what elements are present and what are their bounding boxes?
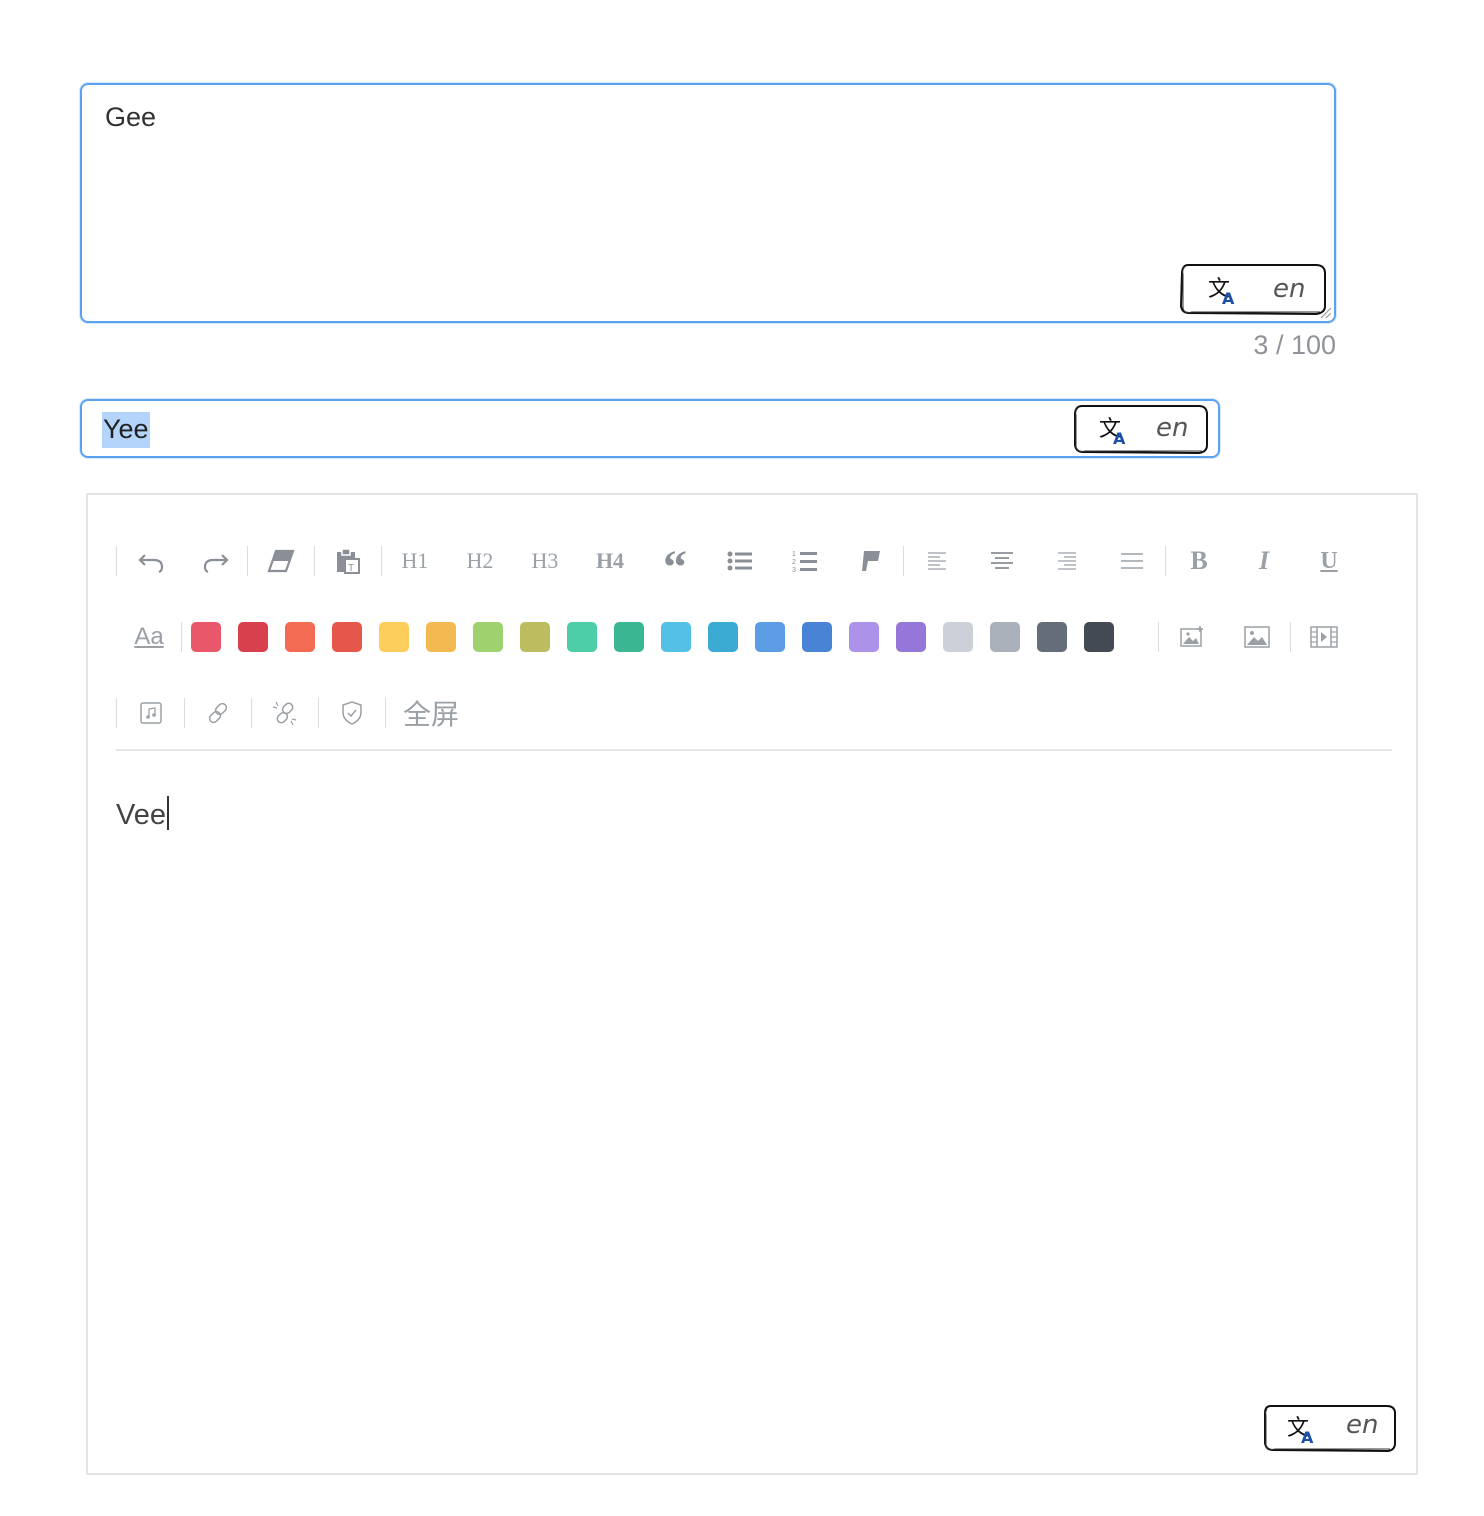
editor-text: Vee (116, 799, 166, 831)
heading3-button[interactable]: H3 (522, 531, 568, 591)
color-swatch[interactable] (332, 622, 362, 652)
link-icon[interactable] (195, 683, 241, 743)
align-right-icon[interactable] (1044, 531, 1090, 591)
translate-lang-label: en (1273, 274, 1305, 304)
toolbar-divider (116, 749, 1392, 751)
svg-text:A: A (1113, 429, 1126, 448)
heading2-button[interactable]: H2 (457, 531, 503, 591)
color-swatch[interactable] (567, 622, 597, 652)
toolbar-row-1: T H1 H2 H3 H4 “ 123 B I U (88, 531, 1416, 592)
textarea-field[interactable]: Gee (80, 83, 1336, 323)
color-swatch[interactable] (802, 622, 832, 652)
textarea-value: Gee (105, 102, 157, 132)
text-caret (167, 796, 169, 830)
color-swatch[interactable] (990, 622, 1020, 652)
translate-lang-label: en (1346, 1410, 1378, 1440)
bold-button[interactable]: B (1176, 531, 1222, 591)
svg-text:A: A (1301, 1428, 1314, 1447)
underline-button[interactable]: U (1306, 531, 1352, 591)
color-swatch[interactable] (614, 622, 644, 652)
rich-text-editor: T H1 H2 H3 H4 “ 123 B I U Aa 全屏 Vee 文 A … (86, 493, 1418, 1475)
toolbar-row-2: Aa (88, 607, 1416, 667)
italic-button[interactable]: I (1241, 531, 1287, 591)
code-block-icon[interactable] (847, 531, 893, 591)
color-swatch[interactable] (1084, 622, 1114, 652)
redo-icon[interactable] (193, 531, 239, 591)
ordered-list-icon[interactable]: 123 (782, 531, 828, 591)
image-icon[interactable] (1234, 607, 1280, 667)
svg-text:2: 2 (792, 559, 796, 566)
svg-text:3: 3 (792, 567, 796, 573)
svg-text:A: A (1222, 289, 1235, 308)
color-swatch[interactable] (379, 622, 409, 652)
color-swatch[interactable] (1037, 622, 1067, 652)
toolbar-row-3: 全屏 (88, 683, 1416, 743)
undo-icon[interactable] (128, 531, 174, 591)
shield-icon[interactable] (329, 683, 375, 743)
color-swatch[interactable] (191, 622, 221, 652)
char-counter: 3 / 100 (1253, 330, 1336, 360)
input-value: Yee (102, 412, 150, 449)
heading1-button[interactable]: H1 (392, 531, 438, 591)
translate-button[interactable]: 文 A en (1178, 262, 1328, 316)
eraser-icon[interactable] (258, 531, 304, 591)
unlink-icon[interactable] (262, 683, 308, 743)
editor-content[interactable]: Vee (116, 795, 169, 835)
translate-button-input[interactable]: 文 A en (1072, 403, 1210, 455)
bullet-list-icon[interactable] (717, 531, 763, 591)
paste-text-icon[interactable]: T (325, 531, 371, 591)
color-swatch[interactable] (426, 622, 456, 652)
translate-button-editor[interactable]: 文 A en (1262, 1403, 1398, 1453)
svg-text:T: T (348, 563, 354, 574)
heading4-button[interactable]: H4 (587, 531, 633, 591)
fullscreen-button[interactable]: 全屏 (398, 683, 464, 743)
upload-image-icon[interactable] (1169, 607, 1215, 667)
color-swatch[interactable] (285, 622, 315, 652)
color-swatch[interactable] (943, 622, 973, 652)
color-swatch[interactable] (473, 622, 503, 652)
align-left-icon[interactable] (914, 531, 960, 591)
align-center-icon[interactable] (979, 531, 1025, 591)
align-justify-icon[interactable] (1109, 531, 1155, 591)
font-size-button[interactable]: Aa (126, 607, 172, 667)
color-swatch[interactable] (755, 622, 785, 652)
quote-icon[interactable]: “ (652, 531, 698, 592)
color-swatch[interactable] (849, 622, 879, 652)
color-swatch[interactable] (238, 622, 268, 652)
color-swatch[interactable] (661, 622, 691, 652)
text-input[interactable]: Yee (80, 399, 1220, 458)
translate-lang-label: en (1156, 413, 1188, 443)
video-icon[interactable] (1301, 607, 1347, 667)
color-swatch[interactable] (708, 622, 738, 652)
color-swatch[interactable] (520, 622, 550, 652)
svg-text:1: 1 (792, 551, 796, 558)
audio-icon[interactable] (128, 683, 174, 743)
color-swatch[interactable] (896, 622, 926, 652)
